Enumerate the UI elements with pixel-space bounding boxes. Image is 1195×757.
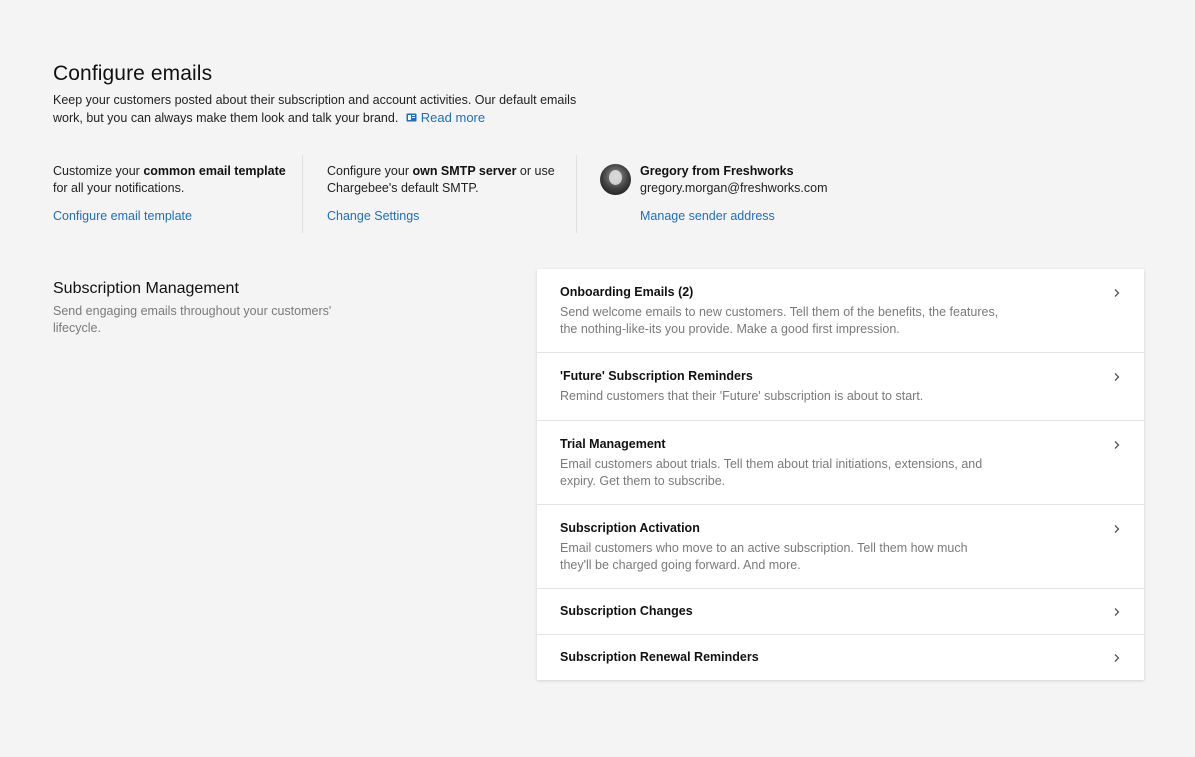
template-text-bold: common email template (143, 164, 286, 178)
change-settings-link[interactable]: Change Settings (327, 208, 419, 225)
item-title: Subscription Renewal Reminders (560, 650, 759, 664)
configure-email-template-link[interactable]: Configure email template (53, 208, 192, 225)
item-title: Onboarding Emails (2) (560, 285, 694, 299)
item-description: Email customers about trials. Tell them … (560, 457, 983, 488)
book-icon (406, 113, 417, 122)
avatar (600, 164, 631, 195)
item-description: Email customers who move to an active su… (560, 541, 968, 572)
intro-line-1: Keep your customers posted about their s… (53, 93, 577, 107)
chevron-right-icon (1114, 289, 1120, 297)
template-description: Customize your common email template for… (53, 163, 302, 197)
smtp-text-pre: Configure your (327, 164, 413, 178)
template-setting: Customize your common email template for… (53, 155, 302, 233)
smtp-text-mid: or use (516, 164, 555, 178)
intro-line-2: work, but you can always make them look … (53, 111, 399, 125)
item-title: Subscription Changes (560, 604, 693, 618)
email-group-subscription-activation[interactable]: Subscription Activation Email customers … (537, 505, 1144, 589)
sender-info: Gregory from Freshworks gregory.morgan@f… (640, 163, 828, 197)
smtp-description: Configure your own SMTP server or use Ch… (327, 163, 576, 197)
template-text-pre: Customize your (53, 164, 144, 178)
section-description: Send engaging emails throughout your cus… (53, 304, 332, 335)
read-more-label: Read more (420, 110, 486, 125)
chevron-right-icon (1114, 525, 1120, 533)
email-group-renewal-reminders[interactable]: Subscription Renewal Reminders (537, 635, 1144, 680)
email-group-subscription-changes[interactable]: Subscription Changes (537, 589, 1144, 635)
sender-email: gregory.morgan@freshworks.com (640, 181, 828, 195)
page-title: Configure emails (53, 62, 213, 85)
email-group-future-reminders[interactable]: 'Future' Subscription Reminders Remind c… (537, 353, 1144, 421)
intro-text: Keep your customers posted about their s… (53, 92, 583, 127)
subscription-management-section: Subscription Management Send engaging em… (53, 280, 353, 337)
chevron-right-icon (1114, 654, 1120, 662)
item-description: Send welcome emails to new customers. Te… (560, 305, 999, 336)
smtp-text-bold: own SMTP server (412, 164, 517, 178)
item-title: Trial Management (560, 437, 666, 451)
configure-emails-page: Configure emails Keep your customers pos… (0, 0, 1195, 757)
email-group-trial-management[interactable]: Trial Management Email customers about t… (537, 421, 1144, 505)
item-description: Remind customers that their 'Future' sub… (560, 389, 924, 403)
chevron-right-icon (1114, 373, 1120, 381)
smtp-setting: Configure your own SMTP server or use Ch… (302, 155, 576, 233)
section-title: Subscription Management (53, 280, 239, 297)
item-title: 'Future' Subscription Reminders (560, 369, 753, 383)
smtp-text-post: Chargebee's default SMTP. (327, 181, 479, 195)
item-title: Subscription Activation (560, 521, 700, 535)
email-group-list: Onboarding Emails (2) Send welcome email… (537, 269, 1144, 680)
sender-name: Gregory from Freshworks (640, 164, 794, 178)
email-settings-row: Customize your common email template for… (53, 155, 853, 233)
email-group-onboarding[interactable]: Onboarding Emails (2) Send welcome email… (537, 269, 1144, 353)
sender-setting: Gregory from Freshworks gregory.morgan@f… (576, 155, 856, 233)
manage-sender-address-link[interactable]: Manage sender address (640, 208, 775, 225)
read-more-link[interactable]: Read more (406, 109, 485, 126)
chevron-right-icon (1114, 441, 1120, 449)
chevron-right-icon (1114, 608, 1120, 616)
template-text-post: for all your notifications. (53, 181, 185, 195)
